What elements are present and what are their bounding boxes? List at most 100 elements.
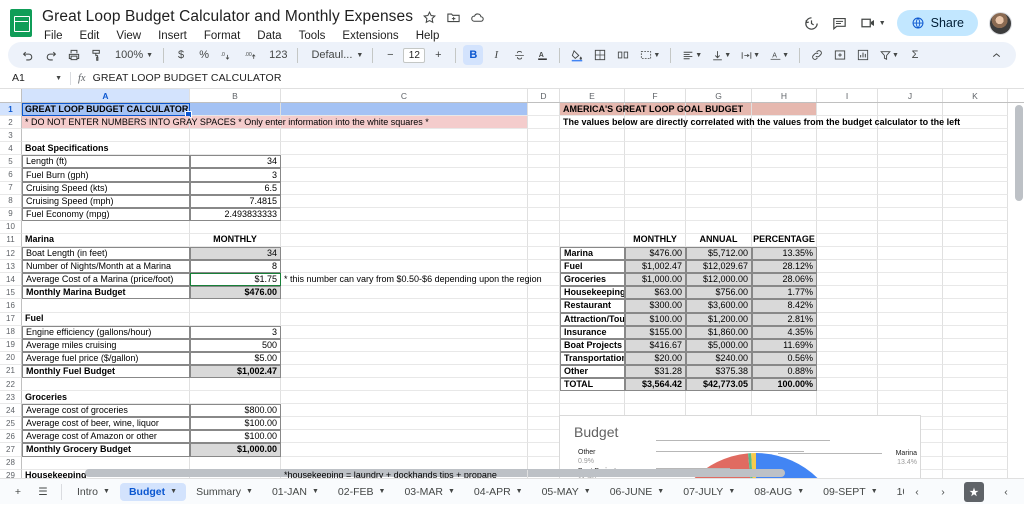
cell-B22[interactable] — [190, 377, 281, 392]
cell-K7[interactable] — [943, 181, 1008, 195]
cell-F9[interactable] — [625, 207, 686, 221]
cell-A8[interactable]: Cruising Speed (mph) — [22, 194, 190, 208]
cell-K26[interactable] — [943, 430, 1008, 444]
cell-G10[interactable] — [686, 220, 752, 234]
cell-D6[interactable] — [528, 168, 560, 182]
cell-B23[interactable] — [190, 391, 281, 405]
column-header-k[interactable]: K — [943, 89, 1008, 102]
cell-E14[interactable]: Groceries — [560, 273, 625, 287]
chevron-down-icon[interactable]: ▼ — [379, 488, 386, 495]
cell-K23[interactable] — [943, 391, 1008, 405]
cell-G3[interactable] — [686, 129, 752, 143]
cell-J15[interactable] — [878, 286, 943, 300]
borders-button[interactable] — [590, 45, 610, 65]
cell-B18[interactable]: 3 — [190, 325, 281, 339]
cell-C3[interactable] — [281, 129, 528, 143]
cell-A23[interactable]: Groceries — [22, 391, 190, 405]
cell-I22[interactable] — [817, 377, 878, 392]
strikethrough-button[interactable] — [509, 45, 529, 65]
bold-button[interactable]: B — [463, 45, 484, 65]
undo-icon[interactable] — [18, 45, 38, 65]
cell-G19[interactable]: $5,000.00 — [686, 338, 752, 352]
row-header-8[interactable]: 8 — [0, 194, 22, 208]
cell-A26[interactable]: Average cost of Amazon or other — [22, 430, 190, 444]
sheet-tab-01-jan[interactable]: 01-JAN ▼ — [263, 483, 328, 501]
cell-C15[interactable] — [281, 286, 528, 300]
cell-A2[interactable]: * DO NOT ENTER NUMBERS INTO GRAY SPACES … — [22, 116, 429, 130]
cell-H10[interactable] — [752, 220, 817, 234]
cell-E1[interactable]: AMERICA'S GREAT LOOP GOAL BUDGET — [560, 103, 743, 117]
cell-G11[interactable]: ANNUAL — [686, 233, 752, 248]
cell-E6[interactable] — [560, 168, 625, 182]
cell-A19[interactable]: Average miles cruising — [22, 338, 190, 352]
redo-icon[interactable] — [41, 45, 61, 65]
cell-D11[interactable] — [528, 233, 560, 248]
cell-I21[interactable] — [817, 364, 878, 378]
cell-K19[interactable] — [943, 338, 1008, 352]
cell-F12[interactable]: $476.00 — [625, 247, 686, 261]
row-header-4[interactable]: 4 — [0, 142, 22, 156]
cell-B8[interactable]: 7.4815 — [190, 194, 281, 208]
column-header-e[interactable]: E — [560, 89, 625, 102]
cell-F23[interactable] — [625, 391, 686, 405]
cloud-saved-icon[interactable] — [470, 10, 485, 25]
cell-C17[interactable] — [281, 312, 528, 326]
cell-G13[interactable]: $12,029.67 — [686, 260, 752, 274]
cell-F18[interactable]: $155.00 — [625, 325, 686, 339]
version-history-icon[interactable] — [803, 15, 820, 32]
cell-C24[interactable] — [281, 404, 528, 418]
cell-C18[interactable] — [281, 325, 528, 339]
cell-C19[interactable] — [281, 338, 528, 352]
cell-D26[interactable] — [528, 430, 560, 444]
cell-G23[interactable] — [686, 391, 752, 405]
sheet-tab-06-june[interactable]: 06-JUNE ▼ — [601, 483, 674, 501]
cell-C28[interactable] — [281, 456, 528, 470]
menu-view[interactable]: View — [114, 29, 143, 43]
cell-K20[interactable] — [943, 351, 1008, 365]
cell-B11[interactable]: MONTHLY — [190, 233, 281, 248]
cell-K21[interactable] — [943, 364, 1008, 378]
side-panel-toggle[interactable]: ‹ — [994, 481, 1018, 503]
column-header-a[interactable]: A — [22, 89, 190, 102]
cell-B24[interactable]: $800.00 — [190, 404, 281, 418]
cell-D4[interactable] — [528, 142, 560, 156]
cell-F16[interactable]: $300.00 — [625, 299, 686, 313]
row-header-2[interactable]: 2 — [0, 116, 22, 130]
cell-D28[interactable] — [528, 456, 560, 470]
row-header-16[interactable]: 16 — [0, 299, 22, 313]
cell-B20[interactable]: $5.00 — [190, 351, 281, 365]
cell-H18[interactable]: 4.35% — [752, 325, 817, 339]
cell-I20[interactable] — [817, 351, 878, 365]
cell-K13[interactable] — [943, 260, 1008, 274]
sheet-tab-03-mar[interactable]: 03-MAR ▼ — [395, 483, 463, 501]
cell-K15[interactable] — [943, 286, 1008, 300]
cell-D20[interactable] — [528, 351, 560, 365]
cell-C11[interactable] — [281, 233, 528, 248]
sheet-tab-summary[interactable]: Summary ▼ — [187, 483, 262, 501]
row-header-29[interactable]: 29 — [0, 469, 22, 478]
cell-D27[interactable] — [528, 443, 560, 457]
cell-A25[interactable]: Average cost of beer, wine, liquor — [22, 417, 190, 431]
cell-D23[interactable] — [528, 391, 560, 405]
cell-J21[interactable] — [878, 364, 943, 378]
cell-B15[interactable]: $476.00 — [190, 286, 281, 300]
cell-J20[interactable] — [878, 351, 943, 365]
cell-H8[interactable] — [752, 194, 817, 208]
cell-I18[interactable] — [817, 325, 878, 339]
cell-C10[interactable] — [281, 220, 528, 234]
increase-font-size-button[interactable]: + — [428, 45, 448, 65]
sheet-tab-10-[interactable]: 10-( — [888, 483, 904, 501]
row-header-28[interactable]: 28 — [0, 456, 22, 470]
cell-D8[interactable] — [528, 194, 560, 208]
cell-B28[interactable] — [190, 456, 281, 470]
chevron-down-icon[interactable]: ▼ — [448, 488, 455, 495]
cell-J18[interactable] — [878, 325, 943, 339]
cell-A24[interactable]: Average cost of groceries — [22, 404, 190, 418]
cell-H7[interactable] — [752, 181, 817, 195]
cell-F20[interactable]: $20.00 — [625, 351, 686, 365]
cell-F22[interactable]: $3,564.42 — [625, 377, 686, 392]
cell-I13[interactable] — [817, 260, 878, 274]
cell-B21[interactable]: $1,002.47 — [190, 364, 281, 378]
menu-data[interactable]: Data — [255, 29, 283, 43]
merge-dropdown[interactable]: ▼ — [636, 45, 663, 65]
